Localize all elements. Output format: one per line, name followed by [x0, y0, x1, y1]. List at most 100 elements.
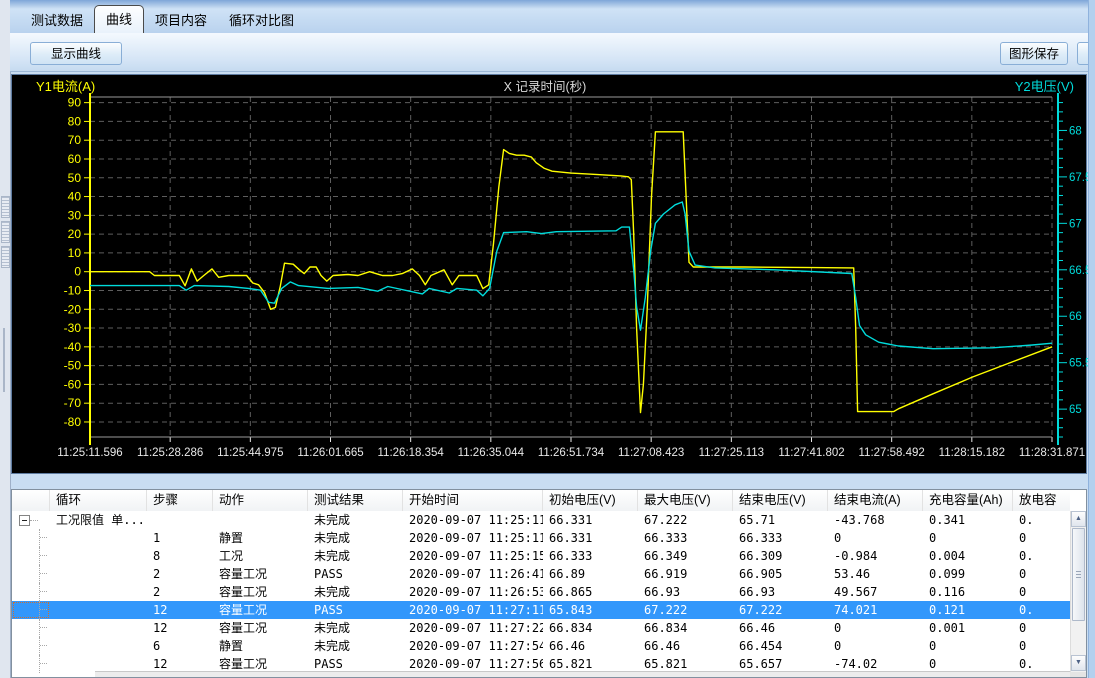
svg-text:40: 40	[68, 190, 82, 204]
svg-text:11:28:15.182: 11:28:15.182	[939, 447, 1005, 459]
table-cell: 0	[1013, 637, 1070, 655]
table-cell: 65.71	[733, 511, 828, 529]
table-row[interactable]: 12容量工况未完成2020-09-07 11:27:2266.83466.834…	[12, 619, 1070, 637]
scroll-up-icon[interactable]: ▲	[1071, 511, 1086, 527]
table-cell: 0	[923, 637, 1013, 655]
column-header[interactable]: 充电容量(Ah)	[923, 490, 1013, 511]
table-cell: 67.222	[638, 601, 733, 619]
svg-text:10: 10	[68, 246, 82, 260]
column-header[interactable]: 最大电压(V)	[638, 490, 733, 511]
column-header[interactable]: 结束电压(V)	[733, 490, 828, 511]
table-row[interactable]: 12容量工况PASS2020-09-07 11:27:1165.84367.22…	[12, 601, 1070, 619]
table-horizontal-scrollbar[interactable]	[95, 671, 1070, 677]
table-cell: 66.865	[543, 583, 638, 601]
table-cell: 0	[1013, 565, 1070, 583]
table-cell: 2020-09-07 11:26:53	[403, 583, 543, 601]
show-curve-button[interactable]: 显示曲线	[30, 42, 122, 65]
y2-axis-title: Y2电压(V)	[1015, 79, 1074, 94]
tree-cell	[12, 637, 50, 655]
table-cell	[50, 565, 147, 583]
table-cell: 65.843	[543, 601, 638, 619]
table-cell: 未完成	[308, 511, 403, 529]
table-cell: 66.331	[543, 529, 638, 547]
table-cell: 66.333	[733, 529, 828, 547]
column-header-tree[interactable]	[12, 490, 50, 511]
table-header-row: 循环步骤动作测试结果开始时间初始电压(V)最大电压(V)结束电压(V)结束电流(…	[12, 490, 1070, 512]
table-cell: 0.001	[923, 619, 1013, 637]
svg-text:20: 20	[68, 227, 82, 241]
table-cell: 未完成	[308, 619, 403, 637]
table-cell: 1	[147, 529, 213, 547]
tab-project-content[interactable]: 项目内容	[144, 7, 218, 33]
column-header[interactable]: 动作	[213, 490, 308, 511]
table-vertical-scrollbar[interactable]: ▲ ▼	[1070, 511, 1086, 677]
background-splitter	[3, 328, 5, 392]
table-cell: 66.331	[543, 511, 638, 529]
table-row[interactable]: 6静置未完成2020-09-07 11:27:5466.4666.4666.45…	[12, 637, 1070, 655]
table-cell	[50, 637, 147, 655]
svg-text:11:25:28.286: 11:25:28.286	[137, 447, 203, 459]
tree-expander-icon[interactable]	[19, 515, 30, 526]
tree-cell	[12, 565, 50, 583]
table-cell: 66.93	[638, 583, 733, 601]
tree-branch-line	[39, 547, 48, 565]
table-cell: 0.	[1013, 547, 1070, 565]
table-cell: 8	[147, 547, 213, 565]
table-cell	[50, 619, 147, 637]
table-row[interactable]: 2容量工况PASS2020-09-07 11:26:4166.8966.9196…	[12, 565, 1070, 583]
svg-text:-60: -60	[64, 377, 82, 391]
table-cell: 2020-09-07 11:25:11	[403, 511, 543, 529]
table-row[interactable]: 1静置未完成2020-09-07 11:25:1166.33166.33366.…	[12, 529, 1070, 547]
table-row[interactable]: 工况限值 单...未完成2020-09-07 11:25:1166.33167.…	[12, 511, 1070, 529]
table-cell: 2020-09-07 11:25:15	[403, 547, 543, 565]
tab-curve[interactable]: 曲线	[94, 5, 144, 33]
table-body: 工况限值 单...未完成2020-09-07 11:25:1166.33167.…	[12, 511, 1070, 677]
table-cell: 0	[1013, 583, 1070, 601]
svg-text:-20: -20	[64, 302, 82, 316]
table-cell: 66.349	[638, 547, 733, 565]
tree-branch-line	[39, 583, 48, 601]
tree-cell	[12, 547, 50, 565]
column-header[interactable]: 放电容	[1013, 490, 1070, 511]
table-cell: 未完成	[308, 547, 403, 565]
column-header[interactable]: 测试结果	[308, 490, 403, 511]
column-header[interactable]: 循环	[50, 490, 147, 511]
table-cell: 66.333	[638, 529, 733, 547]
tree-cell	[12, 529, 50, 547]
tree-branch-line	[39, 565, 48, 583]
scroll-down-icon[interactable]: ▼	[1071, 655, 1086, 671]
table-cell: 12	[147, 619, 213, 637]
column-header[interactable]: 结束电流(A)	[828, 490, 923, 511]
table-cell: 66.93	[733, 583, 828, 601]
table-cell: 66.309	[733, 547, 828, 565]
column-header[interactable]: 步骤	[147, 490, 213, 511]
background-icon	[1, 221, 10, 243]
tab-test-data[interactable]: 测试数据	[20, 7, 94, 33]
column-header[interactable]: 开始时间	[403, 490, 543, 511]
table-cell: 6	[147, 637, 213, 655]
table-cell: 0.	[1013, 511, 1070, 529]
table-cell: 0.	[1013, 601, 1070, 619]
table-row[interactable]: 8工况未完成2020-09-07 11:25:1566.33366.34966.…	[12, 547, 1070, 565]
svg-text:11:26:35.044: 11:26:35.044	[458, 447, 525, 459]
svg-text:11:27:41.802: 11:27:41.802	[778, 447, 844, 459]
svg-text:50: 50	[68, 171, 82, 185]
table-cell	[50, 601, 147, 619]
table-cell: 66.834	[638, 619, 733, 637]
table-cell	[50, 529, 147, 547]
table-row[interactable]: 2容量工况未完成2020-09-07 11:26:5366.86566.9366…	[12, 583, 1070, 601]
svg-text:-70: -70	[64, 396, 82, 410]
table-cell: 2020-09-07 11:27:54	[403, 637, 543, 655]
tab-cycle-compare[interactable]: 循环对比图	[218, 7, 305, 33]
save-graphic-button[interactable]: 图形保存	[1000, 42, 1068, 65]
tree-cell	[12, 601, 50, 619]
svg-text:11:26:01.665: 11:26:01.665	[297, 447, 363, 459]
column-header[interactable]: 初始电压(V)	[543, 490, 638, 511]
scrollbar-thumb[interactable]	[1072, 528, 1085, 621]
table-cell: 0	[1013, 619, 1070, 637]
table-cell: 66.834	[543, 619, 638, 637]
tab-bar: 测试数据 曲线 项目内容 循环对比图	[10, 9, 1088, 33]
svg-text:11:28:31.871: 11:28:31.871	[1019, 447, 1085, 459]
table-cell: 66.919	[638, 565, 733, 583]
clipped-curve-button[interactable]: 曲	[1077, 42, 1088, 65]
